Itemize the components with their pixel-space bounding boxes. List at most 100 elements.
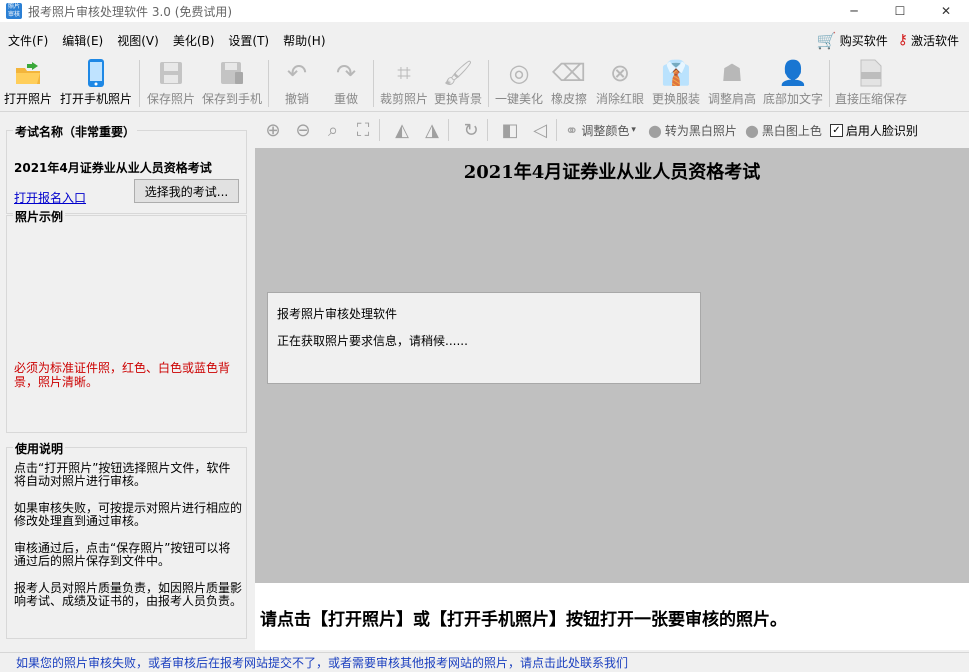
save-photo-button[interactable]: 保存照片 <box>143 56 199 111</box>
instruction-item: 审核通过后，点击“保存照片”按钮可以将通过后的照片保存到文件中。 <box>14 541 231 568</box>
save-phone-icon <box>217 58 247 88</box>
toolbar-divider <box>373 60 374 107</box>
menu-help[interactable]: 帮助(H) <box>276 32 332 49</box>
open-photo-label: 打开照片 <box>3 92 52 106</box>
change-background-label: 更换背景 <box>433 92 482 106</box>
activate-software-button[interactable]: ⚷ 激活软件 <box>898 32 959 49</box>
toolbar-divider <box>379 119 380 141</box>
instruction-item: 报考人员对照片质量负责，如因照片质量影响考试、成绩及证书的，由报考人员负责。 <box>14 581 243 608</box>
add-text-icon: 👤 <box>778 59 808 87</box>
folder-open-icon <box>13 58 43 88</box>
face-detect-label: 启用人脸识别 <box>845 123 918 138</box>
face-detect-toggle[interactable]: ✓ 启用人脸识别 <box>829 122 918 139</box>
person-icon: ● <box>744 120 759 140</box>
instruction-item: 点击“打开照片”按钮选择照片文件，软件将自动对照片进行审核。 <box>14 461 231 488</box>
to-bw-label: 转为黑白照片 <box>664 123 737 138</box>
to-bw-button[interactable]: ● 转为黑白照片 <box>648 121 737 140</box>
registration-link[interactable]: 打开报名入口 <box>14 189 86 206</box>
menu-bar: 文件(F) 编辑(E) 视图(V) 美化(B) 设置(T) 帮助(H) 🛒 购买… <box>0 28 969 52</box>
exam-group: 考试名称（非常重要） 2021年4月证券业从业人员资格考试 打开报名入口 选择我… <box>6 123 247 214</box>
window-controls: ─ ☐ ✕ <box>831 0 969 22</box>
menu-file[interactable]: 文件(F) <box>0 32 55 49</box>
change-background-button[interactable]: 🖌 更换背景 <box>431 56 485 111</box>
adjust-color-label: 调整颜色 <box>581 123 630 138</box>
red-eye-icon: ⊗ <box>609 59 631 87</box>
open-phone-photo-label: 打开手机照片 <box>59 92 132 106</box>
change-clothes-button[interactable]: 👔 更换服装 <box>648 56 704 111</box>
menu-beautify[interactable]: 美化(B) <box>166 32 222 49</box>
bw-colorize-button[interactable]: ● 黑白图上色 <box>745 121 822 140</box>
redo-button[interactable]: ↷ 重做 <box>322 56 370 111</box>
adjust-shoulder-button[interactable]: ☗ 调整肩高 <box>704 56 760 111</box>
menu-settings[interactable]: 设置(T) <box>221 32 276 49</box>
close-button[interactable]: ✕ <box>923 0 969 22</box>
rotate-right-icon[interactable]: ◮ <box>420 118 444 142</box>
key-icon: ⚷ <box>897 32 908 48</box>
flip-vertical-icon[interactable]: ◁ <box>528 118 552 142</box>
open-photo-button[interactable]: 打开照片 <box>0 56 56 111</box>
bw-colorize-label: 黑白图上色 <box>761 123 822 138</box>
menu-edit[interactable]: 编辑(E) <box>55 32 110 49</box>
menu-view[interactable]: 视图(V) <box>110 32 166 49</box>
beautify-icon: ◎ <box>508 59 530 87</box>
photo-canvas: 2021年4月证券业从业人员资格考试 报考照片审核处理软件 正在获取照片要求信息… <box>255 148 969 583</box>
open-phone-photo-button[interactable]: 打开手机照片 <box>56 56 136 111</box>
toolbar-divider <box>139 60 140 107</box>
compress-save-button[interactable]: 直接压缩保存 <box>833 56 909 111</box>
toolbar-divider <box>268 60 269 107</box>
refresh-icon[interactable]: ↻ <box>459 118 483 142</box>
instructions-text: 点击“打开照片”按钮选择照片文件，软件将自动对照片进行审核。 如果审核失败，可按… <box>14 462 242 622</box>
contact-link[interactable]: 如果您的照片审核失败，或者审核后在报考网站提交不了，或者需要审核其他报考网站的照… <box>16 654 628 671</box>
toolbar-divider <box>829 60 830 107</box>
fullscreen-icon[interactable]: ⛶ <box>351 118 375 142</box>
save-icon <box>156 58 186 88</box>
toolbar-divider <box>556 119 557 141</box>
maximize-button[interactable]: ☐ <box>877 0 923 22</box>
zoom-fit-icon[interactable]: ⌕ <box>321 118 345 142</box>
add-bottom-text-label: 底部加文字 <box>762 92 823 106</box>
activate-software-label: 激活软件 <box>910 33 959 48</box>
flip-horizontal-icon[interactable]: ◧ <box>498 118 522 142</box>
left-panel: 考试名称（非常重要） 2021年4月证券业从业人员资格考试 打开报名入口 选择我… <box>0 113 255 650</box>
eraser-icon: ⌫ <box>552 59 586 87</box>
compress-save-label: 直接压缩保存 <box>834 92 907 106</box>
exam-group-title: 考试名称（非常重要） <box>13 123 138 140</box>
title-bar: 照片审核 报考照片审核处理软件 3.0 (免费试用) ─ ☐ ✕ <box>0 0 969 22</box>
image-toolbar: ⊕ ⊖ ⌕ ⛶ ◭ ◮ ↻ ◧ ◁ ⚭ 调整颜色 ▾ ● 转为黑白照片 ● 黑白… <box>255 113 969 147</box>
toolbar-divider <box>488 60 489 107</box>
crop-photo-button[interactable]: ⌗ 裁剪照片 <box>377 56 431 111</box>
add-bottom-text-button[interactable]: 👤 底部加文字 <box>760 56 826 111</box>
adjust-shoulder-label: 调整肩高 <box>707 92 756 106</box>
undo-button[interactable]: ↶ 撤销 <box>272 56 322 111</box>
jpg-icon <box>856 58 886 88</box>
choose-exam-button[interactable]: 选择我的考试... <box>134 179 239 203</box>
save-to-phone-button[interactable]: 保存到手机 <box>199 56 265 111</box>
undo-label: 撤销 <box>284 92 309 106</box>
zoom-in-icon[interactable]: ⊕ <box>261 118 285 142</box>
photo-sample-title: 照片示例 <box>13 208 66 225</box>
eraser-label: 橡皮擦 <box>550 92 587 106</box>
rotate-left-icon[interactable]: ◭ <box>390 118 414 142</box>
instructions-title: 使用说明 <box>13 440 66 457</box>
exam-name: 2021年4月证券业从业人员资格考试 <box>14 161 212 175</box>
main-toolbar: 打开照片 打开手机照片 保存照片 保存到手机 ↶ 撤销 ↷ 重做 ⌗ 裁剪照片 … <box>0 56 969 112</box>
save-to-phone-label: 保存到手机 <box>201 92 262 106</box>
face-detect-checkbox[interactable]: ✓ <box>829 123 843 137</box>
adjust-color-button[interactable]: ⚭ 调整颜色 ▾ <box>565 121 636 140</box>
open-photo-hint: 请点击【打开照片】或【打开手机照片】按钮打开一张要审核的照片。 <box>260 610 787 630</box>
suit-icon: 👔 <box>661 59 691 87</box>
one-click-beautify-button[interactable]: ◎ 一键美化 <box>492 56 546 111</box>
buy-software-button[interactable]: 🛒 购买软件 <box>817 31 888 50</box>
zoom-out-icon[interactable]: ⊖ <box>291 118 315 142</box>
status-bar: 如果您的照片审核失败，或者审核后在报考网站提交不了，或者需要审核其他报考网站的照… <box>0 652 969 672</box>
toolbar-divider <box>487 119 488 141</box>
remove-red-eye-button[interactable]: ⊗ 消除红眼 <box>592 56 648 111</box>
dialog-message: 正在获取照片要求信息，请稍候...... <box>277 334 468 348</box>
loading-dialog: 报考照片审核处理软件 正在获取照片要求信息，请稍候...... <box>267 292 701 384</box>
instructions-group: 使用说明 点击“打开照片”按钮选择照片文件，软件将自动对照片进行审核。 如果审核… <box>6 440 247 639</box>
eraser-button[interactable]: ⌫ 橡皮擦 <box>546 56 592 111</box>
minimize-button[interactable]: ─ <box>831 0 877 22</box>
buy-software-label: 购买软件 <box>839 33 888 48</box>
person-icon: ● <box>647 120 662 140</box>
crop-photo-label: 裁剪照片 <box>379 92 428 106</box>
